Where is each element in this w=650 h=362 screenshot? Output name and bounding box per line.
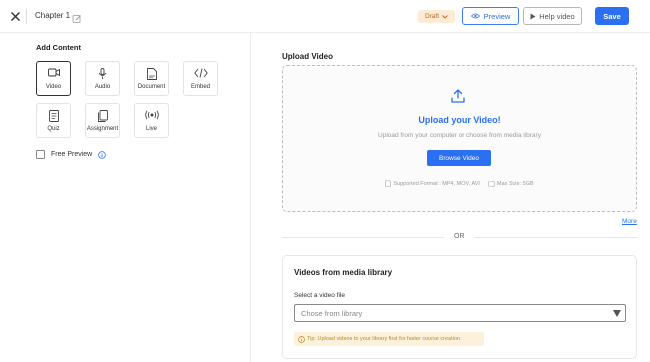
- dropdown-arrow-icon: [613, 310, 621, 317]
- chevron-down-icon: [442, 14, 448, 19]
- content-type-live[interactable]: Live: [134, 103, 169, 138]
- panel-divider: [250, 33, 251, 362]
- info-icon: [298, 335, 305, 343]
- microphone-icon: [98, 68, 107, 79]
- select-video-label: Select a video file: [294, 292, 345, 299]
- content-type-embed[interactable]: Embed: [183, 61, 218, 96]
- status-dropdown[interactable]: Draft: [418, 10, 455, 23]
- upload-subtext: Upload from your computer or choose from…: [378, 132, 541, 139]
- content-type-label: Audio: [94, 84, 111, 90]
- content-type-label: Document: [137, 84, 166, 90]
- close-icon[interactable]: [8, 9, 22, 23]
- or-divider-left: [282, 237, 444, 238]
- live-icon: [144, 110, 159, 120]
- supported-formats: Supported Format : MP4, MOV, AVI: [393, 180, 480, 187]
- upload-icon: [451, 89, 465, 103]
- browse-video-button[interactable]: Browse Video: [427, 150, 491, 166]
- content-type-label: Embed: [190, 84, 210, 90]
- storage-icon: [488, 180, 495, 187]
- tip-banner: Tip: Upload videos to your library first…: [294, 332, 484, 346]
- or-divider-right: [475, 237, 637, 238]
- upload-video-title: Upload Video: [282, 52, 333, 61]
- upload-heading: Upload your Video!: [418, 115, 501, 125]
- library-select-value: Chose from library: [301, 309, 363, 318]
- play-icon: [530, 13, 536, 19]
- eye-icon: [470, 13, 480, 19]
- upload-requirements: Supported Format : MP4, MOV, AVI Max Siz…: [282, 180, 637, 187]
- preview-button[interactable]: Preview: [462, 7, 519, 25]
- more-link[interactable]: More: [622, 218, 637, 225]
- tip-text: Tip: Upload videos to your library first…: [307, 336, 460, 342]
- code-icon: [193, 68, 208, 78]
- content-type-quiz[interactable]: Quiz: [36, 103, 71, 138]
- content-type-assignment[interactable]: Assignment: [85, 103, 120, 138]
- free-preview-label: Free Preview: [51, 151, 93, 158]
- content-type-label: Video: [45, 84, 62, 90]
- content-type-audio[interactable]: Audio: [85, 61, 120, 96]
- info-icon[interactable]: [98, 150, 107, 159]
- media-library-title: Videos from media library: [294, 268, 393, 277]
- library-select[interactable]: Chose from library: [294, 304, 626, 322]
- chapter-title: Chapter 1: [35, 11, 71, 20]
- help-video-label: Help video: [539, 11, 575, 21]
- content-type-label: Live: [145, 126, 157, 132]
- free-preview-option: Free Preview: [36, 150, 107, 159]
- file-icon: [385, 180, 392, 187]
- status-badge: Draft: [424, 13, 440, 20]
- add-content-title: Add Content: [36, 43, 81, 52]
- help-video-button[interactable]: Help video: [523, 7, 582, 25]
- free-preview-checkbox[interactable]: [36, 150, 45, 159]
- pencil-icon[interactable]: [72, 11, 82, 23]
- content-type-document[interactable]: Document: [134, 61, 169, 96]
- content-type-video[interactable]: Video: [36, 61, 71, 96]
- quiz-icon: [48, 110, 59, 122]
- or-divider-text: OR: [454, 233, 465, 240]
- video-icon: [47, 68, 60, 77]
- preview-label: Preview: [483, 11, 511, 21]
- content-type-label: Quiz: [47, 126, 60, 132]
- save-button[interactable]: Save: [595, 7, 629, 25]
- content-type-label: Assignment: [86, 126, 119, 132]
- assignment-icon: [97, 110, 108, 122]
- header-divider: [26, 9, 27, 24]
- top-bar: Chapter 1 Draft Preview Help video Save: [0, 0, 650, 33]
- document-icon: [146, 68, 157, 80]
- max-size: Max Size: 5GB: [496, 180, 534, 187]
